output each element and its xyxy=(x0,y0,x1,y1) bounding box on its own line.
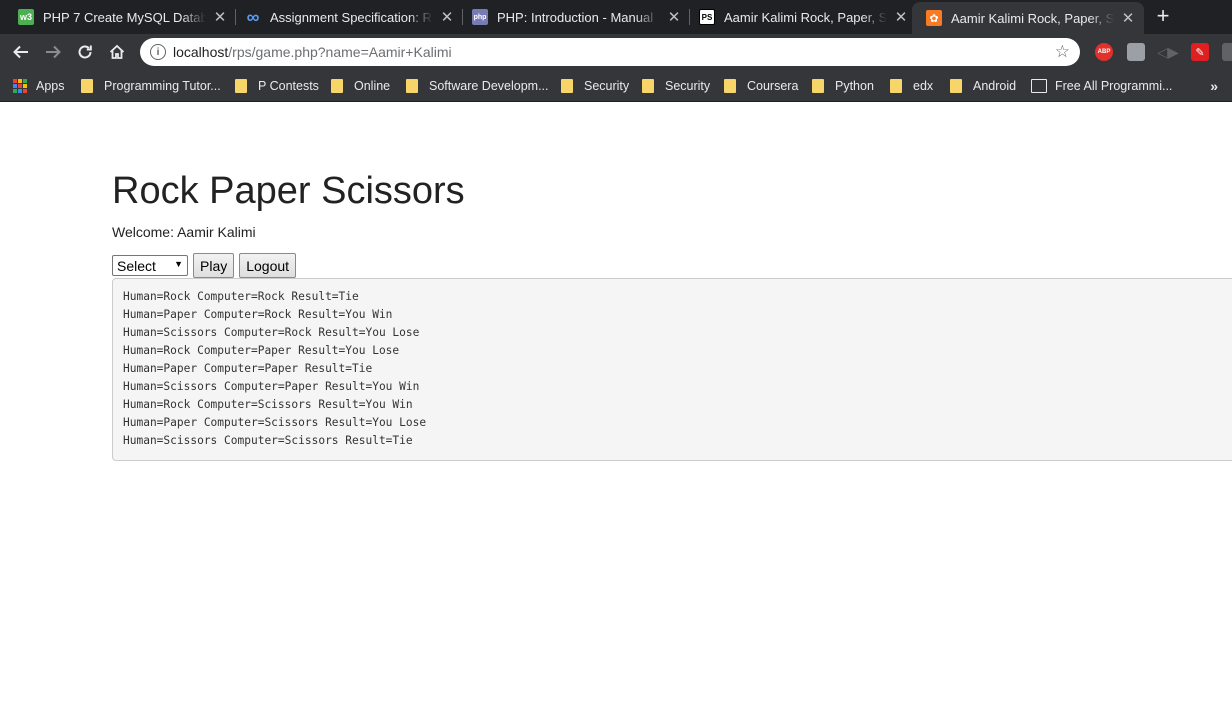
close-icon[interactable]: ✕ xyxy=(666,9,682,26)
folder-icon xyxy=(950,79,962,93)
home-icon xyxy=(109,44,125,59)
info-icon[interactable]: i xyxy=(150,44,166,60)
new-tab-button[interactable]: + xyxy=(1152,5,1174,28)
logout-button[interactable]: Logout xyxy=(239,253,297,278)
tab-rps-1[interactable]: PS Aamir Kalimi Rock, Paper, Sciss ✕ xyxy=(681,0,917,34)
folder-icon xyxy=(890,79,902,93)
url-path: /rps/game.php?name=Aamir+Kalimi xyxy=(228,44,452,60)
browser-toolbar: i localhost/rps/game.php?name=Aamir+Kali… xyxy=(0,34,1232,70)
close-icon[interactable]: ✕ xyxy=(439,9,455,26)
bookmark-android[interactable]: Android xyxy=(950,76,1016,96)
page-title: Rock Paper Scissors xyxy=(112,170,465,212)
forward-button[interactable] xyxy=(41,40,65,64)
tab-strip: w3 PHP 7 Create MySQL Database ✕ ∞ Assig… xyxy=(0,0,1232,34)
home-button[interactable] xyxy=(105,40,129,64)
tab-assignment-spec[interactable]: ∞ Assignment Specification: Rock ✕ xyxy=(227,0,463,34)
close-icon[interactable]: ✕ xyxy=(212,9,228,26)
url-host: localhost xyxy=(173,44,229,60)
folder-icon xyxy=(812,79,824,93)
bookmark-label: Python xyxy=(835,79,874,93)
folder-icon xyxy=(561,79,573,93)
address-bar[interactable]: i localhost/rps/game.php?name=Aamir+Kali… xyxy=(140,38,1080,66)
page-content: Rock Paper Scissors Welcome: Aamir Kalim… xyxy=(0,103,1232,722)
bookmark-label: Security xyxy=(665,79,711,93)
bookmark-label: Coursera xyxy=(747,79,799,93)
tab-php-manual[interactable]: php PHP: Introduction - Manual ✕ xyxy=(454,0,690,34)
choice-select[interactable]: Select ▼ xyxy=(112,255,188,276)
results-log: Human=Rock Computer=Rock Result=Tie Human… xyxy=(112,278,1232,461)
touch-extension-icon[interactable] xyxy=(1127,43,1145,61)
url-text: localhost/rps/game.php?name=Aamir+Kalimi xyxy=(173,44,452,60)
folder-icon xyxy=(724,79,736,93)
tab-rps-active[interactable]: ✿ Aamir Kalimi Rock, Paper, Sciss ✕ xyxy=(912,2,1144,34)
w3schools-icon: w3 xyxy=(18,9,34,25)
apps-grid-icon xyxy=(13,79,27,93)
php-icon: php xyxy=(472,9,488,25)
pen-extension-icon[interactable]: ✎ xyxy=(1191,43,1209,61)
bookmark-p-contests[interactable]: P Contests xyxy=(235,76,319,96)
dropdown-arrow-icon: ▼ xyxy=(174,259,183,269)
star-icon[interactable]: ☆ xyxy=(1055,42,1070,62)
bookmark-security-2[interactable]: Security xyxy=(642,76,710,96)
bookmark-coursera[interactable]: Coursera xyxy=(724,76,798,96)
bookmark-label: Apps xyxy=(36,79,65,93)
result-line: Human=Rock Computer=Rock Result=Tie xyxy=(123,290,359,303)
xampp-icon: ✿ xyxy=(926,10,942,26)
bookmark-label: Software Developm... xyxy=(429,79,549,93)
folder-icon xyxy=(81,79,93,93)
result-line: Human=Scissors Computer=Rock Result=You … xyxy=(123,326,420,339)
bookmark-free-all-programming[interactable]: Free All Programmi... xyxy=(1031,76,1172,96)
tab-title: Aamir Kalimi Rock, Paper, Sciss xyxy=(724,9,887,25)
bookmark-label: edx xyxy=(913,79,934,93)
adblock-plus-icon[interactable]: ABP xyxy=(1095,43,1113,61)
phpstorm-icon: PS xyxy=(699,9,715,25)
arrow-right-icon xyxy=(46,45,61,59)
folder-icon xyxy=(235,79,247,93)
tab-title: PHP 7 Create MySQL Database xyxy=(43,9,206,25)
folder-icon xyxy=(331,79,343,93)
tab-php-create-db[interactable]: w3 PHP 7 Create MySQL Database ✕ xyxy=(0,0,236,34)
bookmark-python[interactable]: Python xyxy=(812,76,874,96)
bookmark-programming-tutorials[interactable]: Programming Tutor... xyxy=(81,76,221,96)
bookmarks-overflow-button[interactable]: » xyxy=(1210,78,1218,94)
game-controls: Select ▼ Play Logout xyxy=(112,253,297,278)
play-button[interactable]: Play xyxy=(193,253,235,278)
tab-title: Aamir Kalimi Rock, Paper, Sciss xyxy=(951,10,1114,26)
extension-icon[interactable] xyxy=(1222,43,1232,61)
bookmark-apps[interactable]: Apps xyxy=(13,76,65,96)
reload-button[interactable] xyxy=(73,40,97,64)
result-line: Human=Paper Computer=Paper Result=Tie xyxy=(123,362,373,375)
welcome-text: Welcome: Aamir Kalimi xyxy=(112,224,256,240)
folder-icon xyxy=(642,79,654,93)
bookmark-label: Android xyxy=(973,79,1017,93)
arrow-left-icon xyxy=(13,45,28,59)
result-line: Human=Scissors Computer=Scissors Result=… xyxy=(123,434,413,447)
bookmarks-bar: Apps Programming Tutor... P Contests Onl… xyxy=(0,70,1232,102)
screen-icon xyxy=(1031,79,1047,93)
close-icon[interactable]: ✕ xyxy=(893,9,909,26)
bookmark-label: Security xyxy=(584,79,630,93)
result-line: Human=Paper Computer=Rock Result=You Win xyxy=(123,308,393,321)
reload-icon xyxy=(78,45,92,59)
back-button[interactable] xyxy=(9,40,33,64)
bookmark-security-1[interactable]: Security xyxy=(561,76,629,96)
speaker-extension-icon[interactable]: ◁▶ xyxy=(1157,43,1179,61)
result-line: Human=Paper Computer=Scissors Result=You… xyxy=(123,416,427,429)
coursera-infinity-icon: ∞ xyxy=(246,6,260,27)
bookmark-label: Free All Programmi... xyxy=(1055,79,1173,93)
bookmark-software-development[interactable]: Software Developm... xyxy=(406,76,549,96)
bookmark-edx[interactable]: edx xyxy=(890,76,933,96)
tab-title: Assignment Specification: Rock xyxy=(270,9,433,25)
result-line: Human=Rock Computer=Scissors Result=You … xyxy=(123,398,413,411)
folder-icon xyxy=(406,79,418,93)
result-line: Human=Scissors Computer=Paper Result=You… xyxy=(123,380,420,393)
bookmark-label: Programming Tutor... xyxy=(104,79,221,93)
tab-title: PHP: Introduction - Manual xyxy=(497,9,654,25)
select-value: Select xyxy=(117,257,156,274)
bookmark-label: P Contests xyxy=(258,79,319,93)
result-line: Human=Rock Computer=Paper Result=You Los… xyxy=(123,344,400,357)
close-icon[interactable]: ✕ xyxy=(1120,10,1136,27)
bookmark-online[interactable]: Online xyxy=(331,76,390,96)
bookmark-label: Online xyxy=(354,79,391,93)
